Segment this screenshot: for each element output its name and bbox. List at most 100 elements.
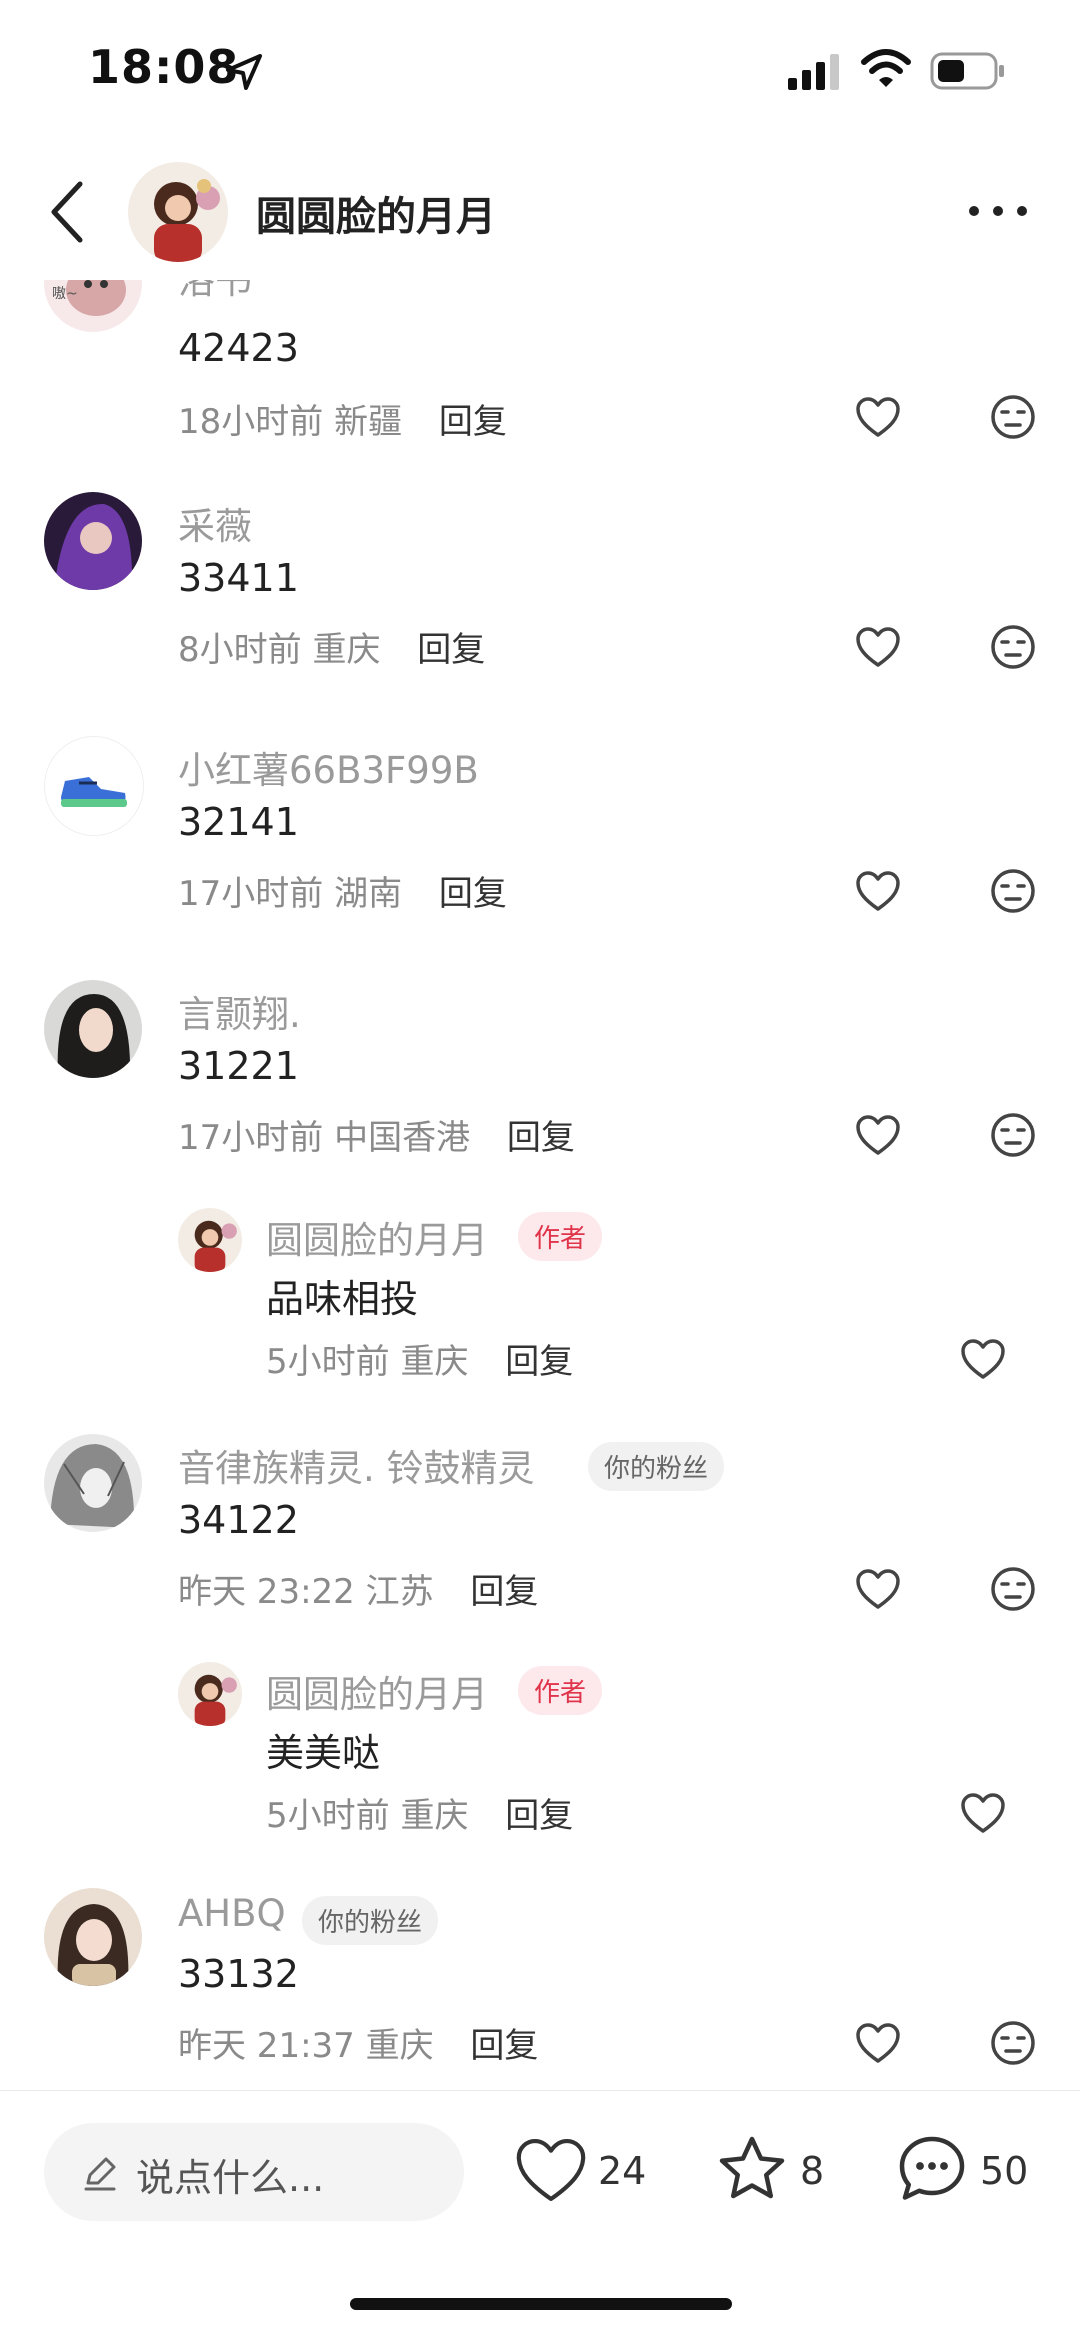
unimpressed-face-icon[interactable] [990,868,1036,914]
reply-text: 品味相投 [266,1277,419,1321]
commenter-name[interactable]: 小红薯66B3F99B [178,740,479,794]
reply-author-avatar[interactable] [178,1208,242,1272]
heart-icon[interactable] [855,626,901,668]
comment-bubble-icon [899,2136,965,2200]
battery-icon [930,52,1004,90]
author-avatar[interactable] [128,162,228,262]
comment-location: 新疆 [334,402,403,442]
heart-icon[interactable] [960,1338,1006,1380]
comment-location: 江苏 [365,1572,434,1612]
heart-icon[interactable] [855,2022,901,2064]
heart-icon [516,2138,586,2202]
fan-badge: 你的粉丝 [588,1442,725,1491]
reply-button[interactable]: 回复 [417,630,485,670]
reply-text: 美美哒 [266,1731,381,1775]
unimpressed-face-icon[interactable] [990,1112,1036,1158]
heart-icon[interactable] [855,1568,901,1610]
comment-text: 42423 [178,326,299,370]
pen-icon [84,2157,116,2191]
comment-meta: 昨天 21:37 重庆 回复 [178,2018,538,2067]
comment-list[interactable]: 嗷~ 洛书 42423 18小时前 新疆 回复 采薇 33411 8小时前 重庆… [0,280,1080,2090]
reply-button[interactable]: 回复 [505,1342,573,1382]
location-arrow-icon [226,54,262,90]
comment-text: 31221 [178,1044,299,1088]
comment-meta: 8小时前 重庆 回复 [178,622,485,671]
comment-time: 昨天 23:22 [178,1572,355,1612]
favorite-count-button[interactable]: 8 [716,2131,836,2211]
comment-meta: 17小时前 湖南 回复 [178,866,507,915]
commenter-avatar[interactable] [44,980,142,1078]
comment-meta: 18小时前 新疆 回复 [178,394,507,443]
reply-author-avatar[interactable] [178,1662,242,1726]
favorite-count: 8 [800,2149,825,2193]
commenter-avatar[interactable] [44,736,144,836]
unimpressed-face-icon[interactable] [990,2020,1036,2066]
wifi-icon [861,49,911,87]
commenter-avatar[interactable] [44,492,142,590]
reply-author-name[interactable]: 圆圆脸的月月 [266,1664,488,1718]
reply-meta: 5小时前 重庆 回复 [266,1788,573,1837]
page-title[interactable]: 圆圆脸的月月 [256,184,496,242]
heart-icon[interactable] [960,1792,1006,1834]
reply-time: 5小时前 [266,1342,390,1382]
author-badge: 作者 [518,1666,603,1715]
comment-time: 18小时前 [178,402,324,442]
nav-header: 圆圆脸的月月 [0,140,1080,280]
comment-count: 50 [980,2149,1029,2193]
reply-meta: 5小时前 重庆 回复 [266,1334,573,1383]
comment-time: 昨天 21:37 [178,2026,355,2066]
commenter-avatar[interactable] [44,1888,142,1986]
comment-meta: 17小时前 中国香港 回复 [178,1110,575,1159]
reply-button[interactable]: 回复 [439,874,507,914]
comment-text: 34122 [178,1498,299,1542]
fan-badge: 你的粉丝 [302,1896,439,1945]
reply-button[interactable]: 回复 [439,402,507,442]
reply-button[interactable]: 回复 [507,1118,575,1158]
heart-icon[interactable] [855,396,901,438]
reply-button[interactable]: 回复 [470,2026,538,2066]
more-options-icon[interactable] [966,196,1030,226]
comment-text: 33132 [178,1952,299,1996]
commenter-name[interactable]: 言颢翔. [178,984,301,1038]
comment-location: 中国香港 [334,1118,471,1158]
reply-button[interactable]: 回复 [470,1572,538,1612]
unimpressed-face-icon[interactable] [990,394,1036,440]
author-badge: 作者 [518,1212,603,1261]
commenter-name[interactable]: 采薇 [178,496,252,550]
reply-location: 重庆 [400,1342,469,1382]
commenter-name[interactable]: AHBQ [178,1892,286,1935]
heart-icon[interactable] [855,870,901,912]
comment-location: 重庆 [365,2026,434,2066]
commenter-avatar[interactable]: 嗷~ [44,280,142,332]
cellular-signal-icon [788,54,839,90]
status-bar: 18:08 [0,0,1080,140]
comment-text: 33411 [178,556,299,600]
comment-input-placeholder: 说点什么... [136,2156,325,2200]
svg-text:嗷~: 嗷~ [52,286,78,302]
comment-location: 重庆 [312,630,381,670]
back-chevron-icon[interactable] [46,180,86,244]
reply-button[interactable]: 回复 [505,1796,573,1836]
like-count: 24 [598,2149,647,2193]
comment-count-button[interactable]: 50 [896,2131,1046,2211]
status-time: 18:08 [88,40,240,94]
unimpressed-face-icon[interactable] [990,1566,1036,1612]
commenter-name[interactable]: 音律族精灵. 铃鼓精灵 [178,1438,535,1492]
unimpressed-face-icon[interactable] [990,624,1036,670]
heart-icon[interactable] [855,1114,901,1156]
commenter-avatar[interactable] [44,1434,142,1532]
like-count-button[interactable]: 24 [514,2131,654,2211]
comment-text: 32141 [178,800,299,844]
reply-time: 5小时前 [266,1796,390,1836]
star-icon [719,2136,785,2199]
reply-author-name[interactable]: 圆圆脸的月月 [266,1210,488,1264]
commenter-name[interactable]: 洛书 [178,280,252,304]
comment-time: 17小时前 [178,1118,324,1158]
comment-input[interactable]: 说点什么... [44,2123,464,2221]
home-indicator[interactable] [350,2298,732,2310]
comment-location: 湖南 [334,874,403,914]
comment-time: 8小时前 [178,630,302,670]
comment-time: 17小时前 [178,874,324,914]
comment-meta: 昨天 23:22 江苏 回复 [178,1564,538,1613]
reply-location: 重庆 [400,1796,469,1836]
